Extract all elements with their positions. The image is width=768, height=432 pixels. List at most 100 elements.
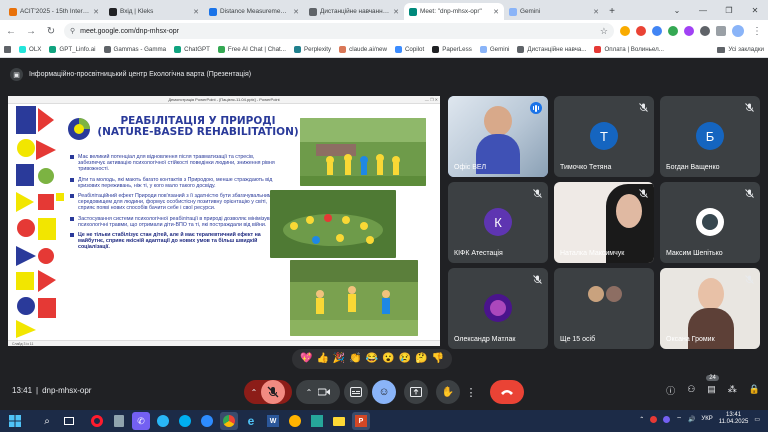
tab-close-icon[interactable]: ✕ xyxy=(593,8,599,16)
extension-icon[interactable] xyxy=(668,26,678,36)
shared-screen[interactable]: Демонстрація PowerPoint - [Пацієнс-11.04… xyxy=(8,96,440,346)
network-icon[interactable]: ⌔ xyxy=(676,415,682,423)
tab-close-icon[interactable]: ✕ xyxy=(293,8,299,16)
reaction-emoji-button[interactable]: 👏 xyxy=(349,354,361,364)
forward-button[interactable]: → xyxy=(24,24,38,38)
participant-tile[interactable]: Максим Шепітько xyxy=(660,182,760,263)
participant-tile[interactable]: Т Тимочко Тетяна xyxy=(554,96,654,177)
reload-button[interactable]: ↻ xyxy=(44,24,58,38)
bookmark-item[interactable]: Gammas - Gamma xyxy=(103,46,166,53)
bookmark-item[interactable]: Дистанційне навча... xyxy=(517,46,586,53)
browser-tab[interactable]: Distance Measurement usi ✕ xyxy=(204,3,304,20)
extension-icon[interactable] xyxy=(684,26,694,36)
activities-icon[interactable]: ⁂ xyxy=(728,384,737,397)
site-info-icon[interactable]: ⚲ xyxy=(70,27,75,35)
profile-avatar[interactable] xyxy=(732,25,744,37)
reaction-emoji-button[interactable]: 👍 xyxy=(316,354,328,364)
participant-tile[interactable]: Наталка Максимчук xyxy=(554,182,654,263)
chat-icon[interactable]: ▤ xyxy=(707,384,716,397)
calculator-icon[interactable] xyxy=(110,412,128,430)
bookmark-star-icon[interactable]: ☆ xyxy=(600,26,608,37)
telegram-icon[interactable] xyxy=(154,412,172,430)
viber-icon[interactable]: ✆ xyxy=(132,412,150,430)
bookmark-item[interactable]: Gemini xyxy=(479,46,509,53)
menu-kebab-icon[interactable]: ⋮ xyxy=(750,24,764,38)
extension-icon[interactable] xyxy=(700,26,710,36)
reaction-emoji-button[interactable]: 😂 xyxy=(366,354,378,364)
mic-options-chevron-icon[interactable]: ⌃ xyxy=(251,388,258,397)
tray-app-icon[interactable] xyxy=(663,415,671,423)
file-explorer-icon[interactable] xyxy=(330,412,348,430)
camera-options-chevron-icon[interactable]: ⌃ xyxy=(306,388,313,397)
tray-app-icon[interactable] xyxy=(650,415,658,423)
browser-tab[interactable]: Meet: "dnp-mhsx-opr" ✕ xyxy=(404,3,504,20)
tab-close-icon[interactable]: ✕ xyxy=(393,8,399,16)
extension-icon[interactable] xyxy=(620,26,630,36)
participant-tile[interactable]: К КІФК Атестація xyxy=(448,182,548,263)
extension-icon[interactable] xyxy=(652,26,662,36)
tab-close-icon[interactable]: ✕ xyxy=(93,8,99,16)
word-icon[interactable]: W xyxy=(264,412,282,430)
puzzle-icon[interactable] xyxy=(716,26,726,36)
volume-icon[interactable]: 🔊 xyxy=(688,416,695,423)
bookmark-item[interactable]: claude.ai/new xyxy=(339,46,387,53)
bookmark-item[interactable]: OLX xyxy=(19,46,41,53)
chrome-icon[interactable] xyxy=(220,412,238,430)
present-button[interactable] xyxy=(404,380,428,404)
language-indicator[interactable]: УКР xyxy=(701,416,712,422)
browser-tab[interactable]: Gemini ✕ xyxy=(504,3,604,20)
minimize-button[interactable]: — xyxy=(690,0,716,20)
reaction-emoji-button[interactable]: 😮 xyxy=(382,354,394,364)
apps-grid-icon[interactable] xyxy=(4,46,11,53)
new-tab-button[interactable]: + xyxy=(604,3,620,20)
tab-close-icon[interactable]: ✕ xyxy=(493,8,499,16)
bookmark-item[interactable]: Free AI Chat | Chat... xyxy=(217,46,286,53)
clock[interactable]: 13:41 11.04.2025 xyxy=(719,412,749,426)
bookmark-item[interactable]: GPT_Linfo.ai xyxy=(49,46,96,53)
tab-close-icon[interactable]: ✕ xyxy=(193,8,199,16)
back-button[interactable]: ← xyxy=(4,24,18,38)
info-icon[interactable]: ⓘ xyxy=(666,384,675,397)
extension-icon[interactable] xyxy=(636,26,646,36)
browser-tab[interactable]: ACIT'2025 - 15th Internati ✕ xyxy=(4,3,104,20)
task-view-icon[interactable] xyxy=(60,412,78,430)
camera-icon[interactable] xyxy=(318,387,331,397)
participant-tile[interactable]: Олександр Матлак xyxy=(448,268,548,349)
browser-tab[interactable]: Вхід | Kleks ✕ xyxy=(104,3,204,20)
raise-hand-button[interactable]: ✋ xyxy=(436,380,460,404)
people-icon[interactable]: ⚇ 24 xyxy=(687,375,719,397)
reaction-emoji-button[interactable]: 💖 xyxy=(300,354,312,364)
bookmark-item[interactable]: Copilot xyxy=(394,46,424,53)
host-controls-icon[interactable]: 🔒 xyxy=(749,384,760,397)
all-bookmarks-button[interactable]: Усі закладки xyxy=(717,46,764,53)
close-window-button[interactable]: ✕ xyxy=(742,0,768,20)
search-icon[interactable]: ⌕ xyxy=(38,412,56,430)
leave-call-button[interactable] xyxy=(490,380,524,404)
participant-tile[interactable]: Ще 15 осіб xyxy=(554,268,654,349)
bookmark-item[interactable]: Perplexity xyxy=(293,46,331,53)
opera-icon[interactable] xyxy=(88,412,106,430)
reaction-emoji-button[interactable]: 👎 xyxy=(432,354,444,364)
start-button[interactable] xyxy=(6,412,24,430)
tray-overflow-icon[interactable]: ⌃ xyxy=(639,416,644,423)
powerpoint-icon[interactable]: P xyxy=(352,412,370,430)
bookmark-item[interactable]: ChatGPT xyxy=(174,46,210,53)
reaction-emoji-button[interactable]: 🤔 xyxy=(415,354,427,364)
reactions-button[interactable]: ☺ xyxy=(372,380,396,404)
zoom-icon[interactable] xyxy=(198,412,216,430)
participant-tile[interactable]: Б Богдан Ващенко xyxy=(660,96,760,177)
mic-toggle-button[interactable] xyxy=(261,380,286,404)
reaction-emoji-button[interactable]: 😢 xyxy=(399,354,411,364)
bookmark-item[interactable]: PaperLess xyxy=(432,46,472,53)
photos-icon[interactable] xyxy=(308,412,326,430)
captions-button[interactable] xyxy=(344,380,368,404)
participant-tile[interactable]: Офіс ВЕЛ xyxy=(448,96,548,177)
edge-icon[interactable]: e xyxy=(242,412,260,430)
notifications-icon[interactable]: ▭ xyxy=(754,416,760,423)
maximize-button[interactable]: ❐ xyxy=(716,0,742,20)
participant-tile[interactable]: Оксана Громик xyxy=(660,268,760,349)
browser-tab[interactable]: Дистанційне навчання з ГТ✕ xyxy=(304,3,404,20)
reaction-emoji-button[interactable]: 🎉 xyxy=(333,354,345,364)
bookmark-item[interactable]: Оплата | Волиньел... xyxy=(594,46,664,53)
address-bar[interactable]: ⚲ meet.google.com/dnp-mhsx-opr ☆ xyxy=(64,23,614,39)
